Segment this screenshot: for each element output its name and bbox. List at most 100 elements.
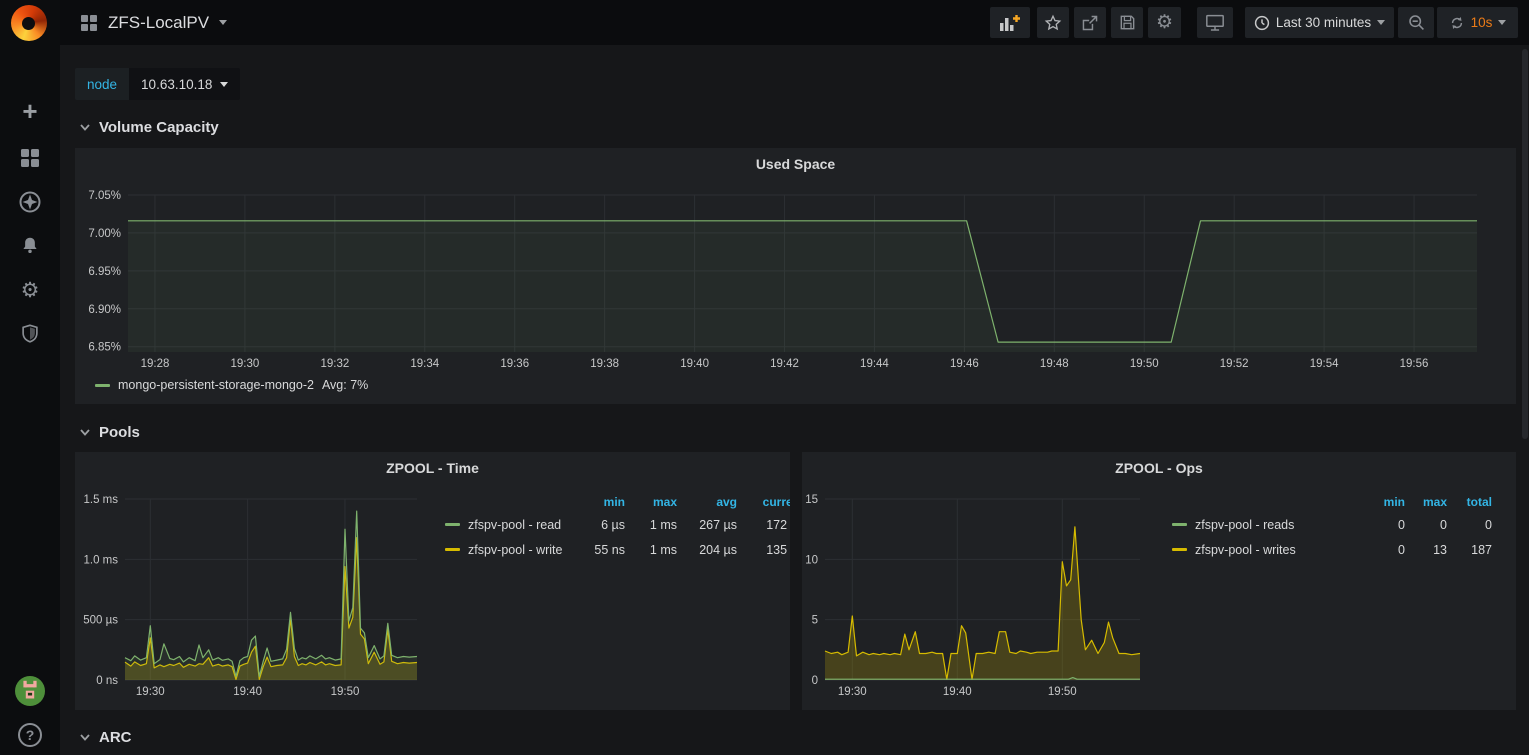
col-header-max[interactable]: max [1405,495,1447,509]
x-axis-tick-label: 19:30 [838,686,867,698]
y-axis-tick-label: 10 [805,554,818,566]
settings-button[interactable]: ⚙ [1148,7,1181,38]
refresh-icon [1449,15,1465,31]
col-header-avg[interactable]: avg [677,495,737,509]
x-axis-tick-label: 19:48 [1040,358,1069,370]
title-caret-icon[interactable] [219,20,227,25]
shield-icon [19,323,41,345]
time-range-label: Last 30 minutes [1276,15,1371,30]
section-arc[interactable]: ARC [79,725,132,749]
y-axis-tick-label: 7.05% [88,190,121,202]
panel-title[interactable]: Used Space [75,156,1516,172]
save-icon [1119,14,1136,31]
section-volume-capacity[interactable]: Volume Capacity [79,115,219,139]
refresh-interval-label: 10s [1471,15,1493,30]
stat-max: 1 ms [625,543,677,557]
stat-max: 0 [1405,518,1447,532]
col-header-min[interactable]: min [1362,495,1405,509]
y-axis-tick-label: 6.90% [88,304,121,316]
y-axis-tick-label: 5 [812,615,818,627]
user-avatar[interactable] [0,672,60,710]
legend-series-name[interactable]: mongo-persistent-storage-mongo-2 [118,378,314,392]
col-header-total[interactable]: total [1447,495,1492,509]
scrollbar-thumb[interactable] [1522,49,1528,439]
dashboard-content: node 10.63.10.18 Volume Capacity 7.05% 7.… [60,45,1529,755]
series-area [128,221,1477,352]
time-range-picker[interactable]: Last 30 minutes [1245,7,1394,38]
used-space-chart[interactable]: 7.05%7.00%6.95%6.90%6.85%19:2819:3019:32… [75,148,1516,404]
y-axis-tick-label: 6.95% [88,266,121,278]
series-area [825,527,1140,680]
alerting-icon[interactable] [0,227,60,265]
section-pools[interactable]: Pools [79,420,140,444]
legend-row-write: zfspv-pool - write 55 ns 1 ms 204 µs 135… [445,537,790,562]
stat-max: 1 ms [625,518,677,532]
node-value-text: 10.63.10.18 [141,77,212,92]
star-button[interactable] [1037,7,1069,38]
node-variable-label: node [75,68,129,100]
col-header-min[interactable]: min [573,495,625,509]
col-header-max[interactable]: max [625,495,677,509]
x-axis-tick-label: 19:32 [320,358,349,370]
x-axis-tick-label: 19:28 [141,358,170,370]
cycle-view-button[interactable] [1197,7,1233,38]
x-axis-tick-label: 19:36 [500,358,529,370]
stat-min: 0 [1362,518,1405,532]
panel-title[interactable]: ZPOOL - Ops [802,460,1516,476]
section-title: Pools [99,424,140,441]
configuration-icon[interactable]: ⚙ [0,271,60,309]
grid-icon [19,147,41,169]
section-title: Volume Capacity [99,119,219,136]
col-header-current[interactable]: current [737,495,790,509]
x-axis-tick-label: 19:30 [231,358,260,370]
dashboard-grid-icon [80,14,98,32]
sidebar: + ⚙ [0,0,60,755]
node-variable-value[interactable]: 10.63.10.18 [129,68,240,100]
panel-title[interactable]: ZPOOL - Time [75,460,790,476]
legend-row-read: zfspv-pool - read 6 µs 1 ms 267 µs 172 µ… [445,512,790,537]
x-axis-tick-label: 19:52 [1220,358,1249,370]
share-icon [1081,14,1099,32]
panel-zpool-time: 1.5 ms1.0 ms500 µs0 ns19:3019:4019:50 ZP… [75,452,790,710]
stat-current: 135 µs [737,543,790,557]
dashboards-icon[interactable] [0,139,60,177]
x-axis-tick-label: 19:38 [590,358,619,370]
x-axis-tick-label: 19:46 [950,358,979,370]
stat-min: 0 [1362,543,1405,557]
legend-series-name[interactable]: zfspv-pool - writes [1195,543,1296,557]
add-panel-button[interactable] [990,7,1030,38]
save-button[interactable] [1111,7,1143,38]
grafana-logo[interactable] [11,5,49,43]
zoom-out-button[interactable] [1398,7,1434,38]
y-axis-tick-label: 1.5 ms [83,494,118,506]
create-icon[interactable]: + [0,92,60,130]
share-button[interactable] [1074,7,1106,38]
x-axis-tick-label: 19:40 [943,686,972,698]
help-button[interactable]: ? [0,716,60,754]
refresh-button[interactable]: 10s [1437,7,1518,38]
legend-series-name[interactable]: zfspv-pool - reads [1195,518,1294,532]
magnifier-icon [1407,13,1426,32]
navbar: ZFS-LocalPV ⚙ [60,0,1529,45]
legend-series-name[interactable]: zfspv-pool - read [468,518,561,532]
dashboard-title[interactable]: ZFS-LocalPV [108,13,209,33]
explore-icon[interactable] [0,183,60,221]
legend-series-name[interactable]: zfspv-pool - write [468,543,562,557]
zpool-time-chart[interactable]: 1.5 ms1.0 ms500 µs0 ns19:3019:4019:50 [75,452,790,710]
server-admin-icon[interactable] [0,315,60,353]
x-axis-tick-label: 19:56 [1400,358,1429,370]
stat-avg: 204 µs [677,543,737,557]
add-panel-icon [999,14,1021,32]
section-title: ARC [99,729,132,746]
question-mark-icon: ? [18,723,42,747]
star-icon [1044,14,1062,32]
legend-marker [445,523,460,526]
x-axis-tick-label: 19:50 [1130,358,1159,370]
time-range-caret-icon [1377,20,1385,25]
x-axis-tick-label: 19:50 [331,686,360,698]
zpool-ops-chart[interactable]: 15105019:3019:4019:50 [802,452,1516,710]
scrollbar-track[interactable] [1521,45,1529,755]
y-axis-tick-label: 7.00% [88,228,121,240]
chevron-down-icon [79,426,91,438]
stat-total: 187 [1447,543,1492,557]
